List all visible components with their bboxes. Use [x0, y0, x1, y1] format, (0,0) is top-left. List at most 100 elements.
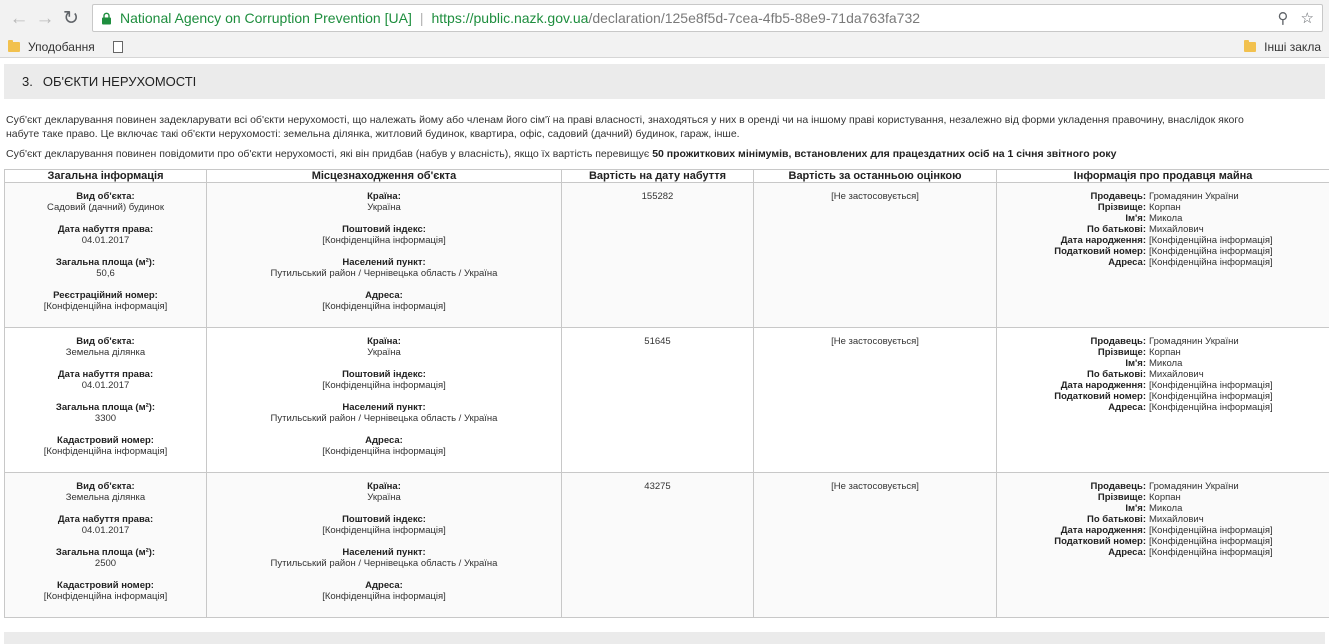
seller-label: Адреса: — [1001, 402, 1149, 413]
seller-value: [Конфіденційна інформація] — [1149, 257, 1273, 268]
seller-label: Дата народження: — [1001, 235, 1149, 246]
field-label: Населений пункт: — [211, 547, 557, 558]
field-value: 50,6 — [9, 268, 202, 279]
seller-value: Корпан — [1149, 202, 1181, 213]
seller-label: Ім'я: — [1001, 358, 1149, 369]
seller-label: По батькові: — [1001, 514, 1149, 525]
seller-seller: Продавець:Громадянин України — [1001, 336, 1325, 347]
field-label: Населений пункт: — [211, 402, 557, 413]
page-content: 3. ОБ'ЄКТИ НЕРУХОМОСТІ Суб'єкт декларува… — [0, 58, 1329, 644]
table-row: Вид об'єкта:Земельна ділянка Дата набуття… — [5, 473, 1329, 618]
cell-value-last: [Не застосовується] — [754, 328, 997, 473]
field-country: Країна:Україна — [211, 481, 557, 503]
seller-label: Продавець: — [1001, 481, 1149, 492]
cell-seller: Продавець:Громадянин УкраїниПрізвище:Кор… — [997, 183, 1329, 328]
seller-value: Микола — [1149, 358, 1182, 369]
field-zip: Поштовий індекс:[Конфіденційна інформаці… — [211, 514, 557, 536]
seller-label: Адреса: — [1001, 257, 1149, 268]
cell-value-acquired: 43275 — [562, 473, 754, 618]
seller-label: По батькові: — [1001, 369, 1149, 380]
seller-label: Прізвище: — [1001, 347, 1149, 358]
bookmark-star-icon[interactable]: ☆ — [1301, 9, 1314, 27]
seller-value: Громадянин України — [1149, 336, 1239, 347]
seller-label: Дата народження: — [1001, 525, 1149, 536]
field-value: [Конфіденційна інформація] — [211, 591, 557, 602]
field-zip: Поштовий індекс:[Конфіденційна інформаці… — [211, 224, 557, 246]
field-label: Кадастровий номер: — [9, 580, 202, 591]
seller-seller: Продавець:Громадянин України — [1001, 481, 1325, 492]
field-value: [Конфіденційна інформація] — [211, 446, 557, 457]
section-footer-bar — [4, 632, 1325, 644]
seller-label: Податковий номер: — [1001, 536, 1149, 547]
seller-value: [Конфіденційна інформація] — [1149, 391, 1273, 402]
zoom-icon[interactable]: ⚲ — [1278, 9, 1289, 27]
field-label: Загальна площа (м²): — [9, 402, 202, 413]
seller-birth: Дата народження:[Конфіденційна інформаці… — [1001, 235, 1325, 246]
seller-tax: Податковий номер:[Конфіденційна інформац… — [1001, 246, 1325, 257]
field-label: Адреса: — [211, 435, 557, 446]
field-label: Загальна площа (м²): — [9, 547, 202, 558]
browser-toolbar: ← → ↻ National Agency on Corruption Prev… — [0, 0, 1329, 36]
cell-value-acquired: 155282 — [562, 183, 754, 328]
seller-birth: Дата народження:[Конфіденційна інформаці… — [1001, 525, 1325, 536]
field-value: [Конфіденційна інформація] — [9, 591, 202, 602]
cell-value-acquired: 51645 — [562, 328, 754, 473]
field-city: Населений пункт:Путильський район / Черн… — [211, 257, 557, 279]
field-label: Вид об'єкта: — [9, 481, 202, 492]
seller-name: Ім'я:Микола — [1001, 213, 1325, 224]
table-row: Вид об'єкта:Садовий (дачний) будинок Дата… — [5, 183, 1329, 328]
field-area: Загальна площа (м²):3300 — [9, 402, 202, 424]
field-area: Загальна площа (м²):50,6 — [9, 257, 202, 279]
field-label: Дата набуття права: — [9, 514, 202, 525]
field-zip: Поштовий індекс:[Конфіденційна інформаці… — [211, 369, 557, 391]
back-arrow-icon[interactable]: ← — [6, 5, 32, 31]
field-value: [Конфіденційна інформація] — [9, 301, 202, 312]
cell-value-last: [Не застосовується] — [754, 473, 997, 618]
field-type: Вид об'єкта:Земельна ділянка — [9, 336, 202, 358]
seller-value: [Конфіденційна інформація] — [1149, 246, 1273, 257]
field-label: Адреса: — [211, 290, 557, 301]
seller-value: [Конфіденційна інформація] — [1149, 380, 1273, 391]
table-row: Вид об'єкта:Земельна ділянка Дата набуття… — [5, 328, 1329, 473]
field-country: Країна:Україна — [211, 336, 557, 358]
forward-arrow-icon[interactable]: → — [32, 5, 58, 31]
field-label: Дата набуття права: — [9, 224, 202, 235]
url-host: https://public.nazk.gov.ua — [431, 10, 588, 26]
seller-label: Податковий номер: — [1001, 246, 1149, 257]
field-label: Дата набуття права: — [9, 369, 202, 380]
seller-value: Михайлович — [1149, 514, 1204, 525]
page-icon[interactable] — [113, 41, 123, 53]
intro-paragraph-1b: набуте таке право. Це включає такі об'єк… — [4, 127, 1325, 141]
seller-value: Микола — [1149, 213, 1182, 224]
seller-label: Дата народження: — [1001, 380, 1149, 391]
reload-icon[interactable]: ↻ — [58, 5, 84, 31]
seller-value: Микола — [1149, 503, 1182, 514]
cell-location: Країна:Україна Поштовий індекс:[Конфіденц… — [207, 328, 562, 473]
omnibox-separator: | — [420, 10, 424, 26]
bookmark-favorites[interactable]: Уподобання — [8, 40, 95, 54]
seller-value: [Конфіденційна інформація] — [1149, 525, 1273, 536]
field-value: Путильський район / Чернівецька область … — [211, 558, 557, 569]
bookmark-favorites-label: Уподобання — [28, 40, 95, 54]
cell-seller: Продавець:Громадянин УкраїниПрізвище:Кор… — [997, 473, 1329, 618]
header-value-acquired: Вартість на дату набуття — [562, 170, 754, 183]
field-label: Населений пункт: — [211, 257, 557, 268]
url-path: /declaration/125e8f5d-7cea-4fb5-88e9-71d… — [588, 10, 920, 26]
seller-value: [Конфіденційна інформація] — [1149, 402, 1273, 413]
seller-value: [Конфіденційна інформація] — [1149, 547, 1273, 558]
section-number: 3. — [22, 74, 33, 89]
field-addr: Адреса:[Конфіденційна інформація] — [211, 435, 557, 457]
folder-icon — [1244, 42, 1256, 52]
field-value: 04.01.2017 — [9, 525, 202, 536]
field-type: Вид об'єкта:Садовий (дачний) будинок — [9, 191, 202, 213]
field-value: 04.01.2017 — [9, 380, 202, 391]
address-bar[interactable]: National Agency on Corruption Prevention… — [92, 4, 1323, 32]
paragraph2-bold: 50 прожиткових мінімумів, встановлених д… — [652, 148, 1116, 160]
seller-value: Корпан — [1149, 347, 1181, 358]
field-type: Вид об'єкта:Земельна ділянка — [9, 481, 202, 503]
cell-seller: Продавець:Громадянин УкраїниПрізвище:Кор… — [997, 328, 1329, 473]
field-addr: Адреса:[Конфіденційна інформація] — [211, 290, 557, 312]
bookmark-other[interactable]: Інші закла — [1244, 40, 1321, 54]
field-label: Реєстраційний номер: — [9, 290, 202, 301]
seller-label: Прізвище: — [1001, 202, 1149, 213]
